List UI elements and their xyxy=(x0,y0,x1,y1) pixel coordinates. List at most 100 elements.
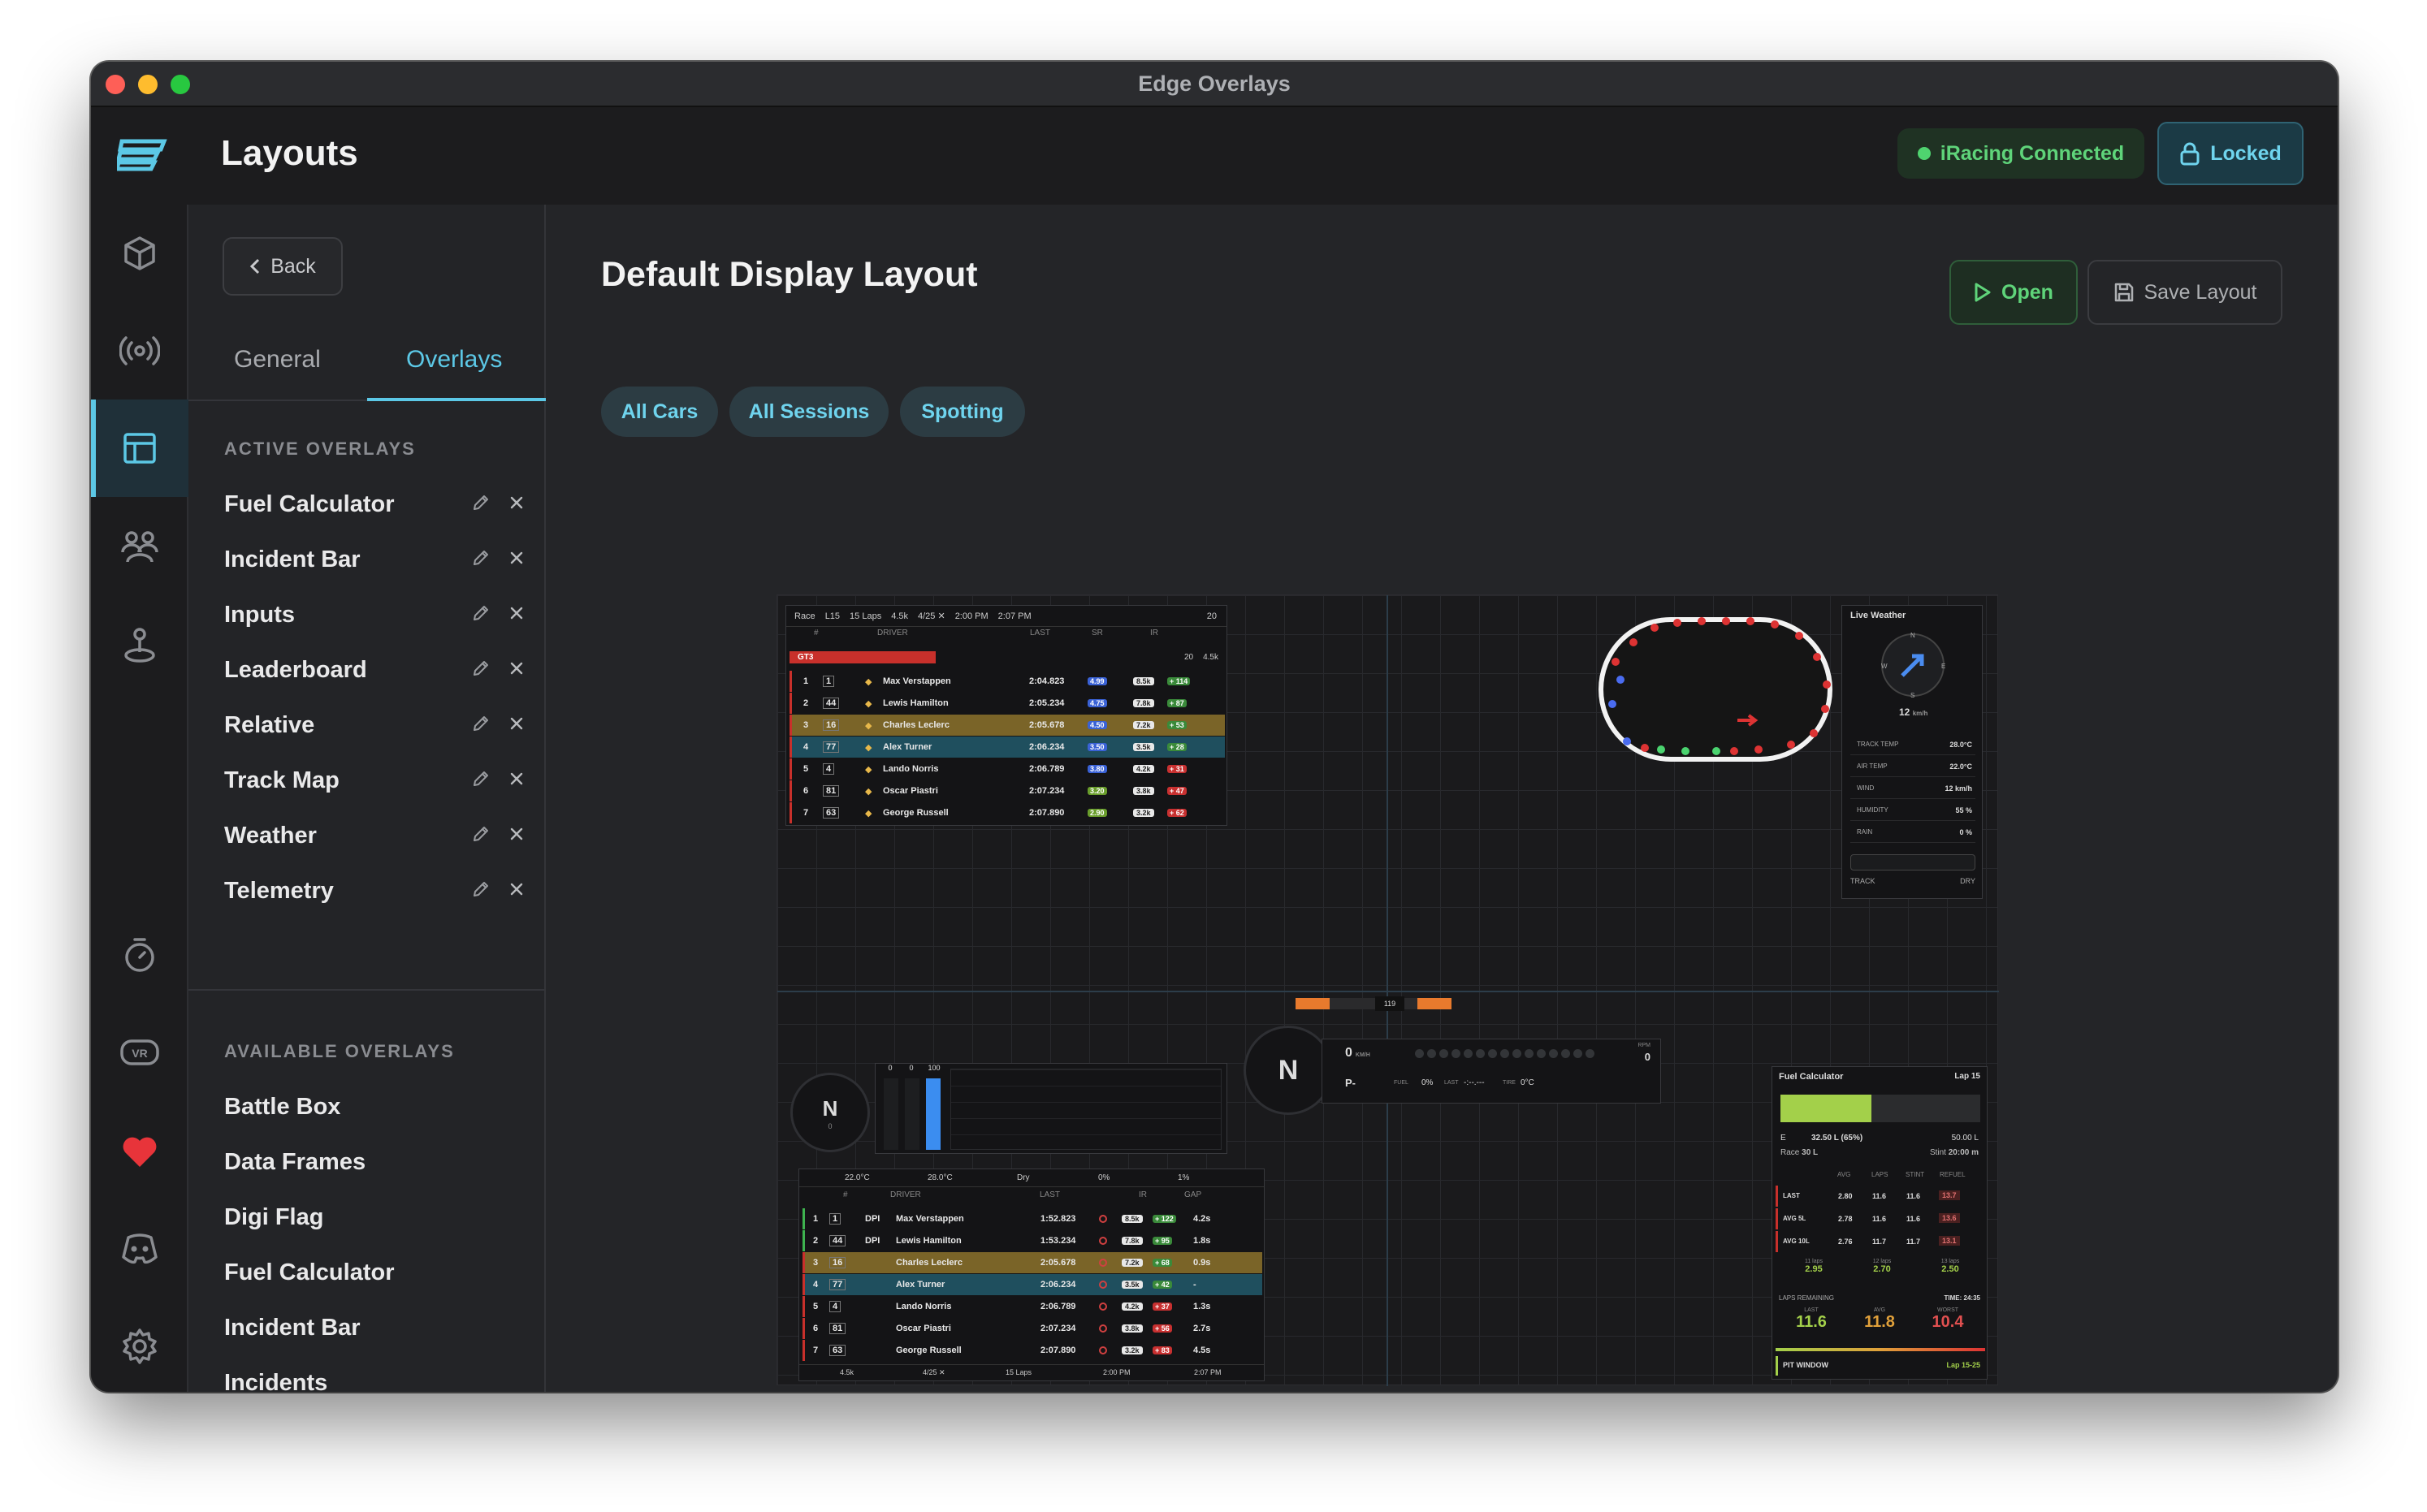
leaderboard-row[interactable]: 6 81 ◆ Oscar Piastri 2:07.234 3.20 3.8k + 47 xyxy=(790,780,1225,801)
overlay-label: Track Map xyxy=(224,767,340,793)
leaderboard-row[interactable]: 2 44 ◆ Lewis Hamilton 2:05.234 4.75 7.8k + 87 xyxy=(790,693,1225,714)
lock-label: Locked xyxy=(2210,141,2282,165)
laps-remaining-value: 10.4 xyxy=(1932,1313,1964,1331)
rel-row-irating: 4.2k xyxy=(1122,1302,1143,1311)
telemetry-overlay[interactable]: N 0 KM/H RPM 0 P- FUEL 0% LAST -:--.--- T… xyxy=(1244,1026,1661,1115)
track-map-overlay[interactable] xyxy=(1596,607,1835,769)
rail-favorites-button[interactable] xyxy=(115,1127,164,1176)
edit-pencil-icon[interactable] xyxy=(471,714,491,737)
row-safety-rating: 4.50 xyxy=(1088,721,1107,729)
active-overlay-incident-bar[interactable]: Incident Bar xyxy=(224,539,533,580)
overlay-label: Incidents xyxy=(224,1369,328,1393)
rail-team-button[interactable] xyxy=(115,521,164,570)
chip-all-cars[interactable]: All Cars xyxy=(601,387,718,437)
car-dot xyxy=(1629,638,1637,646)
leaderboard-row[interactable]: 4 77 ◆ Alex Turner 2:06.234 3.50 3.5k + 28 xyxy=(790,737,1225,758)
edit-pencil-icon[interactable] xyxy=(471,879,491,903)
tab-overlays[interactable]: Overlays xyxy=(406,346,502,374)
layout-preview-canvas[interactable]: Race L15 15 Laps 4.5k 4/25 ✕ 2:00 PM 2:0… xyxy=(777,594,1999,1386)
remove-close-icon[interactable] xyxy=(508,605,525,625)
back-button[interactable]: Back xyxy=(223,237,343,296)
available-overlay-fuel-calculator[interactable]: Fuel Calculator xyxy=(224,1252,533,1293)
fuel-row-label: AVG 10L xyxy=(1783,1238,1810,1245)
time-remaining: TIME: 24:35 xyxy=(1944,1294,1980,1302)
row-irating: 3.8k xyxy=(1133,787,1154,795)
wind-speed: 12 km/h xyxy=(1899,706,1927,718)
available-overlay-digi-flag[interactable]: Digi Flag xyxy=(224,1197,533,1238)
rel-row-class: DPI xyxy=(865,1236,880,1246)
edit-pencil-icon[interactable] xyxy=(471,493,491,516)
fuel-row-stint: 11.7 xyxy=(1906,1238,1921,1246)
relative-row[interactable]: 6 81 Oscar Piastri 2:07.234 3.8k + 56 2.7s xyxy=(803,1318,1262,1339)
active-overlay-telemetry[interactable]: Telemetry xyxy=(224,870,533,911)
active-overlay-inputs[interactable]: Inputs xyxy=(224,594,533,635)
leaderboard-row[interactable]: 5 4 ◆ Lando Norris 2:06.789 3.80 4.2k + 31 xyxy=(790,758,1225,780)
leaderboard-row[interactable]: 3 16 ◆ Charles Leclerc 2:05.678 4.50 7.2k + 53 xyxy=(790,715,1225,736)
relative-row[interactable]: 4 77 Alex Turner 2:06.234 3.5k + 42 - xyxy=(803,1274,1262,1295)
leaderboard-row[interactable]: 7 63 ◆ George Russell 2:07.890 2.90 3.2k + 62 xyxy=(790,802,1225,823)
leaderboard-row[interactable]: 1 1 ◆ Max Verstappen 2:04.823 4.99 8.5k + 114 xyxy=(790,671,1225,692)
available-overlay-incidents[interactable]: Incidents xyxy=(224,1363,533,1393)
edit-pencil-icon[interactable] xyxy=(471,548,491,572)
laps-remaining-label: AVG xyxy=(1873,1307,1886,1313)
active-overlay-relative[interactable]: Relative xyxy=(224,705,533,745)
open-button[interactable]: Open xyxy=(1949,260,2078,325)
remove-close-icon[interactable] xyxy=(508,771,525,791)
rail-settings-button[interactable] xyxy=(115,1322,164,1371)
available-overlay-data-frames[interactable]: Data Frames xyxy=(224,1142,533,1182)
relative-row[interactable]: 2 44 DPI Lewis Hamilton 1:53.234 7.8k + 95 1.8s xyxy=(803,1230,1262,1251)
remove-close-icon[interactable] xyxy=(508,881,525,901)
available-overlay-incident-bar[interactable]: Incident Bar xyxy=(224,1307,533,1348)
remove-close-icon[interactable] xyxy=(508,550,525,570)
remove-close-icon[interactable] xyxy=(508,826,525,846)
rail-overlays-button[interactable] xyxy=(115,229,164,278)
active-overlay-track-map[interactable]: Track Map xyxy=(224,760,533,801)
lock-toggle-button[interactable]: Locked xyxy=(2157,122,2304,185)
relative-row[interactable]: 1 1 DPI Max Verstappen 1:52.823 8.5k + 122 4.2s xyxy=(803,1208,1262,1229)
shift-light-right-track xyxy=(1404,998,1417,1009)
wind-speed-value: 12 xyxy=(1899,706,1910,718)
remove-close-icon[interactable] xyxy=(508,495,525,515)
rail-joystick-button[interactable] xyxy=(115,620,164,669)
edit-pencil-icon[interactable] xyxy=(471,659,491,682)
rail-timer-button[interactable] xyxy=(115,931,164,979)
active-overlay-fuel-calculator[interactable]: Fuel Calculator xyxy=(224,484,533,525)
remove-close-icon[interactable] xyxy=(508,660,525,680)
edit-pencil-icon[interactable] xyxy=(471,824,491,848)
relative-row[interactable]: 3 16 Charles Leclerc 2:05.678 7.2k + 68 0.9s xyxy=(803,1252,1262,1273)
window-title: Edge Overlays xyxy=(1138,71,1291,96)
weather-title: Live Weather xyxy=(1850,611,1906,620)
leaderboard-overlay[interactable]: Race L15 15 Laps 4.5k 4/25 ✕ 2:00 PM 2:0… xyxy=(785,605,1227,826)
relative-overlay[interactable]: 22.0°C 28.0°C Dry 0% 1% # DRIVER LAST IR… xyxy=(798,1169,1265,1381)
overlay-settings-panel: Back General Overlays ACTIVE OVERLAYS Fu… xyxy=(188,205,546,1392)
fuel-calculator-overlay[interactable]: Fuel Calculator Lap 15 E 32.50 L (65%) 5… xyxy=(1772,1066,1988,1380)
layout-icon xyxy=(123,433,156,464)
rail-discord-button[interactable] xyxy=(115,1225,164,1273)
relative-row[interactable]: 5 4 Lando Norris 2:06.789 4.2k + 37 1.3s xyxy=(803,1296,1262,1317)
weather-overlay[interactable]: Live Weather N E S W 12 km/h TRACK TEMP 2… xyxy=(1841,605,1983,899)
active-overlay-leaderboard[interactable]: Leaderboard xyxy=(224,650,533,690)
track-map-svg xyxy=(1599,617,1832,762)
laps-remaining-worst: WORST 10.4 xyxy=(1915,1307,1980,1332)
chip-spotting[interactable]: Spotting xyxy=(900,387,1025,437)
row-irating: 7.2k xyxy=(1133,721,1154,729)
relative-row[interactable]: 7 63 George Russell 2:07.890 3.2k + 83 4.5s xyxy=(803,1340,1262,1361)
manufacturer-icon: ◆ xyxy=(865,720,872,731)
fuel-row-avg-10l: AVG 10L 2.76 11.7 11.7 13.1 xyxy=(1776,1231,1985,1252)
fuel-col-headers: AVG LAPS STINT REFUEL xyxy=(1772,1171,1987,1182)
inputs-overlay[interactable]: N 0 0 0 100 xyxy=(790,1063,1227,1157)
available-overlay-battle-box[interactable]: Battle Box xyxy=(224,1086,533,1127)
track-value: DRY xyxy=(1960,877,1975,885)
save-layout-button[interactable]: Save Layout xyxy=(2087,260,2282,325)
rail-broadcast-button[interactable] xyxy=(115,326,164,375)
rail-layouts-button[interactable] xyxy=(115,424,164,473)
chip-all-sessions[interactable]: All Sessions xyxy=(729,387,889,437)
remove-close-icon[interactable] xyxy=(508,715,525,736)
active-overlay-weather[interactable]: Weather xyxy=(224,815,533,856)
tab-general[interactable]: General xyxy=(234,346,321,374)
edit-pencil-icon[interactable] xyxy=(471,603,491,627)
laps-remaining-label: LAPS REMAINING xyxy=(1779,1294,1835,1302)
fuel-col-laps: LAPS xyxy=(1871,1171,1888,1178)
edit-pencil-icon[interactable] xyxy=(471,769,491,793)
rail-vr-button[interactable]: VR xyxy=(115,1028,164,1077)
